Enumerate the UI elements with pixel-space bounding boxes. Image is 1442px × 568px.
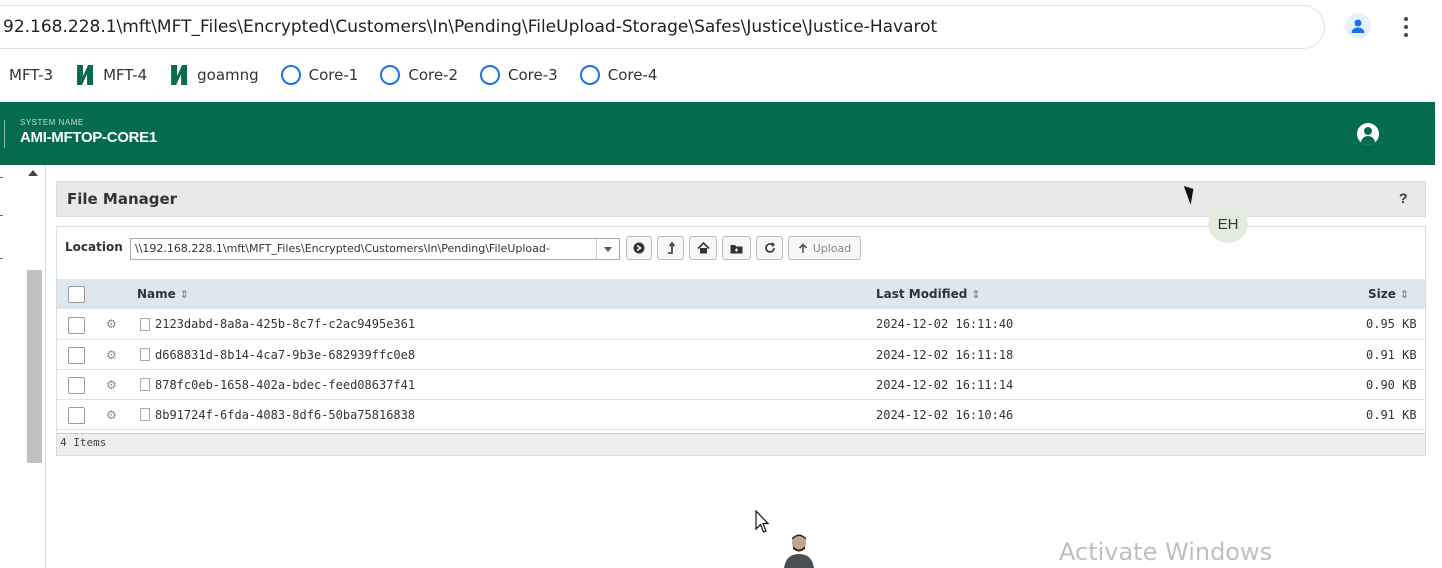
select-all-checkbox[interactable] (68, 286, 85, 303)
ring-icon (579, 65, 600, 85)
file-modified: 2024-12-02 16:11:40 (876, 317, 1014, 331)
row-checkbox[interactable] (68, 317, 85, 334)
file-size: 0.95 KB (1366, 317, 1417, 331)
parent-folder-button[interactable] (657, 236, 684, 260)
mouse-pointer-icon (755, 510, 769, 533)
ring-icon (480, 65, 501, 85)
system-name: AMI-MFTOP-CORE1 (20, 129, 157, 146)
file-name[interactable]: 8b91724f-6fda-4083-8df6-50ba75816838 (155, 408, 415, 422)
bookmark-label: MFT-3 (9, 66, 54, 84)
bookmark-core-4[interactable]: Core-4 (579, 65, 658, 85)
file-icon (140, 378, 150, 391)
row-checkbox[interactable] (68, 407, 85, 424)
avatar: EH (1208, 205, 1248, 243)
url-text: 92.168.228.1\mft\MFT_Files\Encrypted\Cus… (3, 17, 938, 37)
level-up-icon (667, 242, 675, 254)
upload-label: Upload (812, 241, 852, 255)
location-label: Location (65, 240, 123, 254)
arrow-up-icon (798, 242, 807, 253)
sort-icon: ⇕ (971, 288, 981, 301)
browser-toolbar: 92.168.228.1\mft\MFT_Files\Encrypted\Cus… (0, 0, 1442, 54)
help-button[interactable]: ? (1399, 190, 1408, 206)
bookmark-label: MFT-4 (103, 66, 148, 84)
column-name[interactable]: Name ⇕ (137, 287, 189, 301)
gear-icon[interactable]: ⚙ (106, 379, 118, 391)
file-size: 0.91 KB (1366, 408, 1417, 422)
ring-icon (280, 65, 301, 85)
file-modified: 2024-12-02 16:11:14 (876, 378, 1014, 392)
file-modified: 2024-12-02 16:11:18 (876, 348, 1014, 362)
address-bar[interactable]: 92.168.228.1\mft\MFT_Files\Encrypted\Cus… (0, 5, 1325, 49)
sort-icon: ⇕ (1399, 288, 1410, 301)
home-button[interactable] (689, 236, 717, 260)
file-manager-title: File Manager (67, 190, 178, 208)
file-size: 0.90 KB (1366, 378, 1417, 392)
bookmarks-bar: MFT-3 MFT-4 goamng Core-1 Core-2 Core-3 … (0, 54, 1442, 96)
user-account-icon[interactable] (1357, 123, 1379, 145)
row-checkbox[interactable] (68, 377, 85, 394)
file-icon (140, 408, 150, 421)
system-name-label: SYSTEM NAME (20, 118, 84, 127)
file-size: 0.91 KB (1366, 348, 1417, 362)
column-name-label: Name (137, 287, 176, 301)
bookmark-core-2[interactable]: Core-2 (380, 65, 458, 85)
folder-icon (730, 244, 743, 253)
file-icon (140, 318, 150, 331)
location-dropdown-icon[interactable] (596, 239, 619, 259)
item-count: 4 Items (60, 436, 107, 449)
sidebar-tick (0, 177, 3, 178)
column-modified-label: Last Modified (876, 287, 968, 301)
table-footer (57, 433, 1425, 455)
app-header (0, 102, 1435, 165)
file-modified: 2024-12-02 16:10:46 (876, 408, 1014, 422)
sort-icon: ⇕ (179, 288, 190, 301)
activate-windows-watermark: Activate Windows (1059, 538, 1273, 566)
sidebar-tick (0, 258, 3, 259)
column-last-modified[interactable]: Last Modified ⇕ (876, 287, 981, 301)
bookmark-mft-3[interactable]: MFT-3 (9, 66, 53, 84)
gear-icon[interactable]: ⚙ (106, 349, 118, 361)
bookmark-goamng[interactable]: goamng (169, 65, 259, 85)
bookmark-mft-4[interactable]: MFT-4 (75, 65, 147, 85)
bookmark-label: Core-1 (308, 66, 359, 84)
home-icon (696, 242, 710, 254)
location-field[interactable]: \\192.168.228.1\mft\MFT_Files\Encrypted\… (130, 238, 620, 260)
bookmark-label: goamng (197, 66, 259, 84)
ring-icon (380, 65, 401, 85)
gear-icon[interactable]: ⚙ (106, 409, 118, 421)
bookmark-core-1[interactable]: Core-1 (280, 65, 359, 85)
file-name[interactable]: 878fc0eb-1658-402a-bdec-feed08637f41 (155, 378, 415, 392)
webcam-overlay (784, 534, 814, 568)
refresh-icon (764, 242, 775, 253)
scrollbar-thumb[interactable] (27, 270, 42, 463)
go-button[interactable] (626, 236, 652, 260)
bookmark-label: Core-3 (508, 66, 558, 84)
file-icon (140, 348, 150, 361)
gear-icon[interactable]: ⚙ (106, 318, 118, 330)
row-checkbox[interactable] (68, 347, 85, 364)
bookmark-label: Core-2 (408, 66, 459, 84)
kebab-menu-icon[interactable] (1396, 12, 1416, 42)
file-name[interactable]: d668831d-8b14-4ca7-9b3e-682939ffc0e8 (155, 348, 415, 362)
scroll-up-arrow-icon[interactable] (28, 170, 38, 176)
upload-button[interactable]: Upload (788, 236, 861, 260)
sidebar-tick (0, 215, 3, 216)
refresh-button[interactable] (756, 236, 783, 260)
file-name[interactable]: 2123dabd-8a8a-425b-8c7f-c2ac9495e361 (155, 317, 415, 331)
column-size[interactable]: Size ⇕ (1368, 287, 1409, 301)
mft-logo-icon (171, 65, 188, 85)
bookmark-label: Core-4 (607, 66, 658, 84)
go-circle-icon (633, 242, 645, 254)
table-header (57, 279, 1425, 309)
profile-icon[interactable] (1345, 13, 1371, 39)
new-folder-button[interactable] (722, 236, 751, 260)
column-size-label: Size (1368, 287, 1396, 301)
mft-logo-icon (77, 65, 94, 85)
bookmark-core-3[interactable]: Core-3 (480, 65, 558, 85)
header-divider (4, 120, 5, 148)
